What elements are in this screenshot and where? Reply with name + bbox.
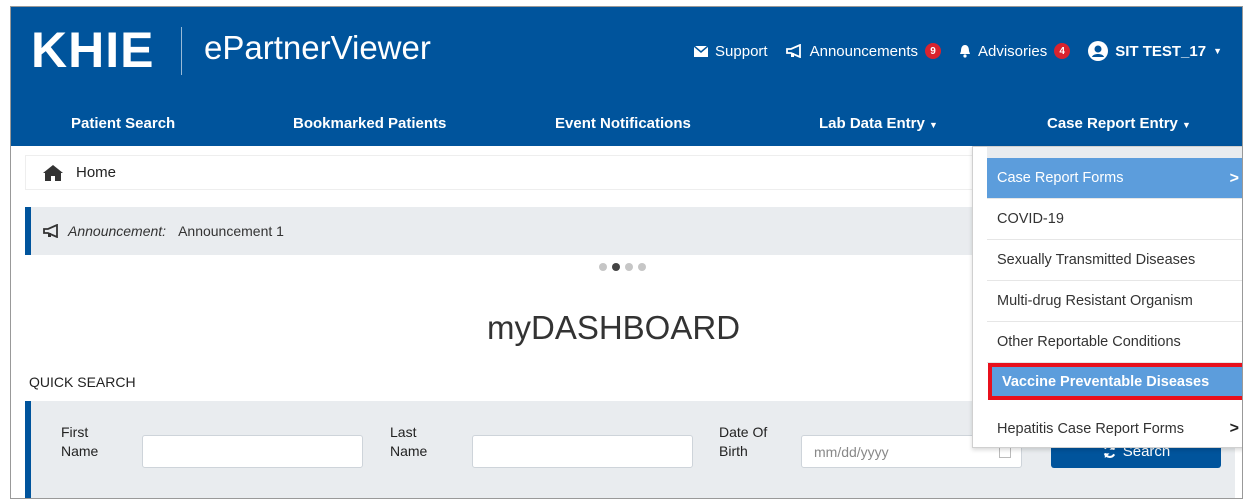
quick-search-label: QUICK SEARCH bbox=[29, 374, 136, 390]
header-bar: KHIE ePartnerViewer Support Announcement… bbox=[11, 7, 1242, 146]
announcements-label: Announcements bbox=[809, 42, 918, 60]
announcements-link[interactable]: Announcements 9 bbox=[785, 42, 941, 60]
first-name-input[interactable] bbox=[142, 435, 363, 468]
nav-case-label: Case Report Entry bbox=[1047, 115, 1178, 132]
nav-event-notifications[interactable]: Event Notifications bbox=[555, 115, 691, 132]
nav-case-report-entry[interactable]: Case Report Entry ▼ bbox=[1047, 115, 1191, 132]
logo-divider bbox=[181, 27, 182, 75]
caret-down-icon: ▼ bbox=[1213, 46, 1222, 56]
caret-down-icon: ▼ bbox=[929, 120, 938, 130]
carousel-dot[interactable] bbox=[599, 263, 607, 271]
dropdown-item-covid-19[interactable]: COVID-19 bbox=[987, 199, 1242, 240]
announcement-label: Announcement: bbox=[68, 223, 167, 239]
user-name: SIT TEST_17 bbox=[1115, 42, 1207, 60]
bell-icon bbox=[960, 45, 970, 58]
megaphone-icon bbox=[43, 224, 58, 238]
support-link[interactable]: Support bbox=[694, 43, 768, 60]
carousel-dot[interactable] bbox=[638, 263, 646, 271]
dropdown-item-other-conditions[interactable]: Other Reportable Conditions bbox=[987, 322, 1242, 363]
advisories-badge: 4 bbox=[1054, 43, 1071, 59]
chevron-right-icon: > bbox=[1229, 420, 1239, 437]
announcement-text: Announcement 1 bbox=[178, 223, 284, 239]
announcements-badge: 9 bbox=[925, 43, 941, 59]
dob-label: Date Of Birth bbox=[719, 424, 768, 459]
khie-logo[interactable]: KHIE bbox=[31, 22, 154, 78]
utility-nav: Support Announcements 9 Advisories 4 SIT… bbox=[694, 41, 1222, 61]
announcement-banner: Announcement: Announcement 1 bbox=[25, 207, 985, 255]
nav-lab-data-entry[interactable]: Lab Data Entry ▼ bbox=[819, 115, 938, 132]
case-report-dropdown: Case Report Forms > COVID-19 Sexually Tr… bbox=[972, 146, 1242, 449]
carousel-dot[interactable] bbox=[625, 263, 633, 271]
dropdown-item-std[interactable]: Sexually Transmitted Diseases bbox=[987, 240, 1242, 281]
advisories-link[interactable]: Advisories 4 bbox=[959, 42, 1071, 60]
dashboard-title: myDASHBOARD bbox=[487, 309, 741, 346]
support-label: Support bbox=[715, 42, 768, 60]
carousel-dot-active[interactable] bbox=[612, 263, 620, 271]
nav-lab-label: Lab Data Entry bbox=[819, 115, 925, 132]
nav-patient-search[interactable]: Patient Search bbox=[71, 115, 175, 132]
nav-bookmarked-patients[interactable]: Bookmarked Patients bbox=[293, 115, 446, 132]
breadcrumb-home[interactable]: Home bbox=[76, 164, 116, 181]
first-name-label: First Name bbox=[61, 424, 99, 459]
advisories-label: Advisories bbox=[978, 42, 1048, 60]
megaphone-icon bbox=[785, 44, 801, 58]
app-window: KHIE ePartnerViewer Support Announcement… bbox=[10, 6, 1243, 499]
breadcrumb: Home bbox=[25, 155, 985, 190]
last-name-input[interactable] bbox=[472, 435, 693, 468]
app-title: ePartnerViewer bbox=[204, 29, 431, 66]
user-menu[interactable]: SIT TEST_17 ▼ bbox=[1088, 41, 1222, 61]
carousel-indicators bbox=[599, 263, 646, 271]
dropdown-item-mdro[interactable]: Multi-drug Resistant Organism bbox=[987, 281, 1242, 322]
dropdown-item-vaccine-preventable[interactable]: Vaccine Preventable Diseases bbox=[988, 363, 1242, 400]
caret-down-icon: ▼ bbox=[1182, 120, 1191, 130]
main-nav: Patient Search Bookmarked Patients Event… bbox=[11, 103, 1242, 146]
chevron-right-icon: > bbox=[1229, 170, 1239, 187]
dropdown-item-hepatitis[interactable]: Hepatitis Case Report Forms > bbox=[987, 408, 1242, 449]
home-icon[interactable] bbox=[42, 164, 64, 182]
last-name-label: Last Name bbox=[390, 424, 428, 459]
envelope-icon bbox=[694, 45, 709, 57]
dob-placeholder: mm/dd/yyyy bbox=[814, 443, 889, 460]
dropdown-item-case-report-forms[interactable]: Case Report Forms > bbox=[987, 158, 1242, 199]
user-circle-icon bbox=[1088, 41, 1109, 61]
